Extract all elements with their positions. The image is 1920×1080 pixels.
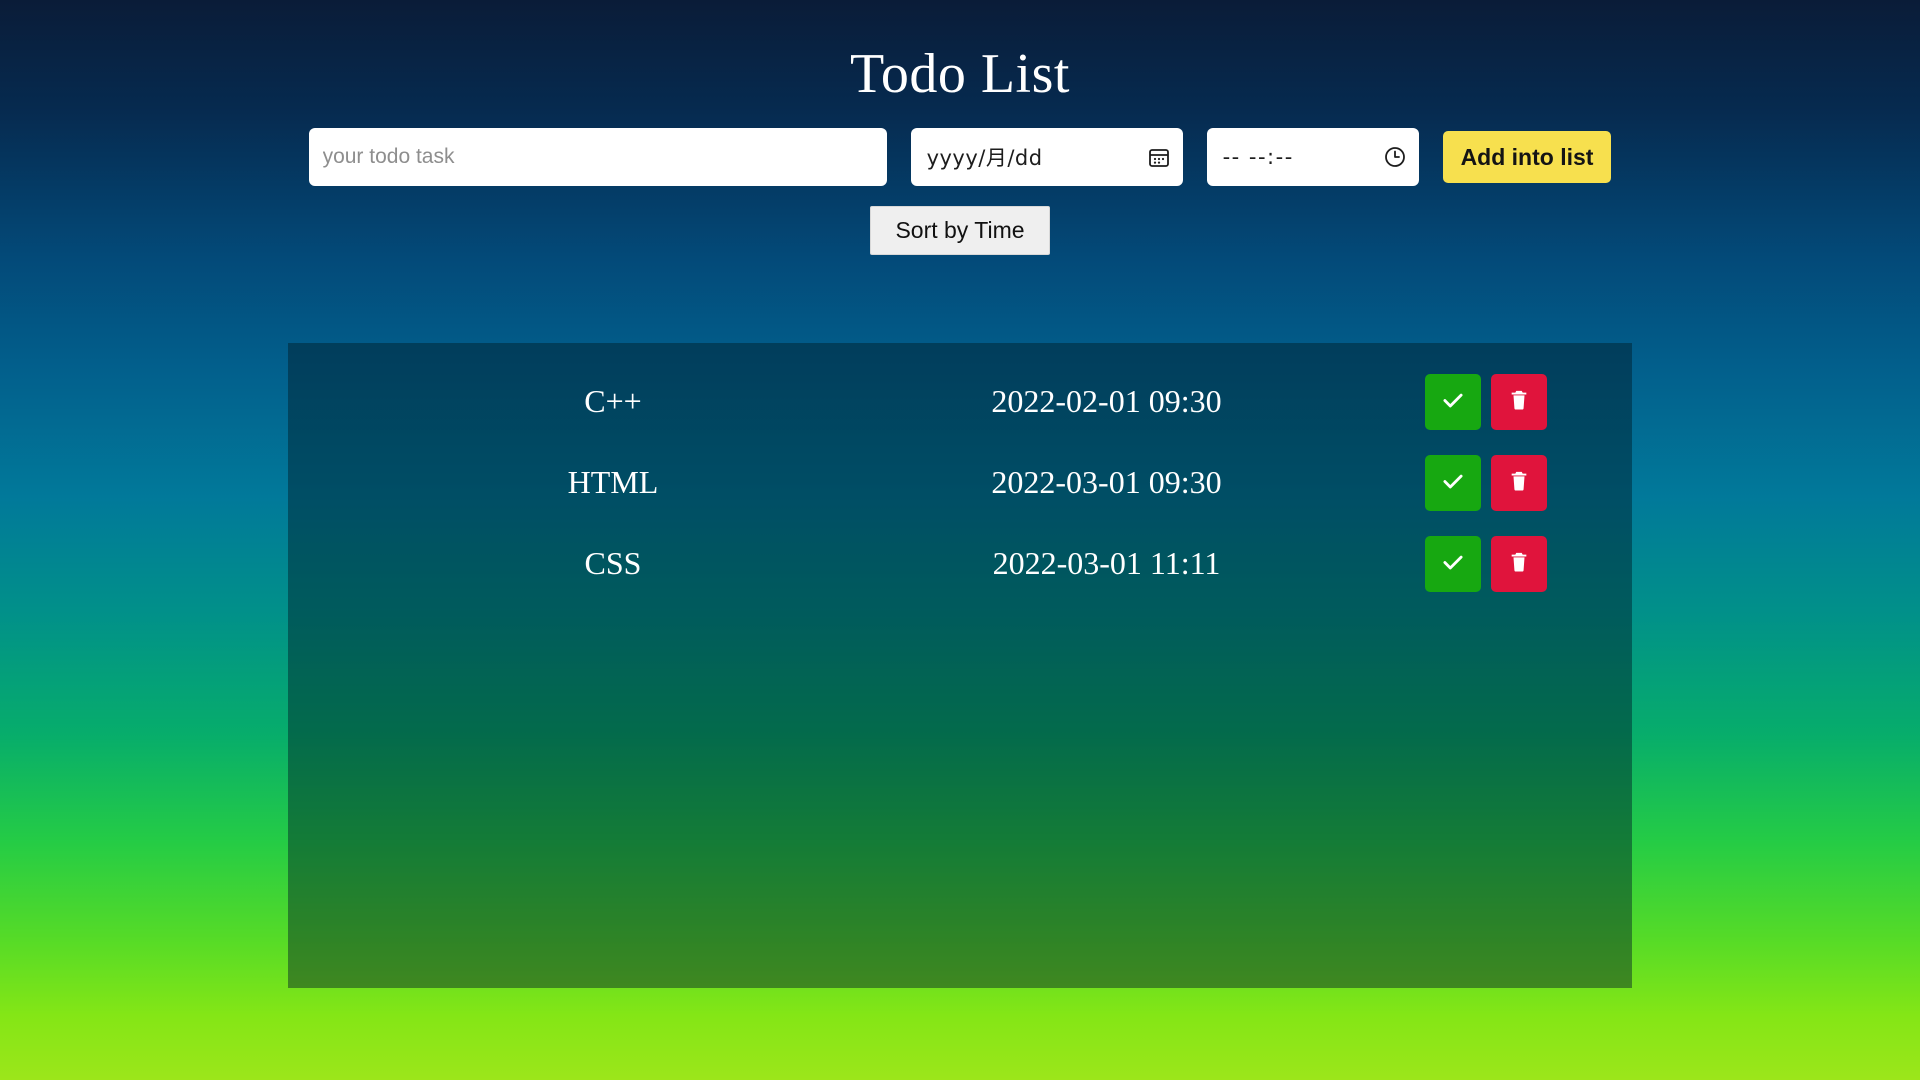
todo-row-actions xyxy=(1425,454,1547,511)
delete-button[interactable] xyxy=(1491,454,1547,511)
page-title: Todo List xyxy=(850,43,1070,105)
todo-row: HTML 2022-03-01 09:30 xyxy=(288,442,1632,523)
check-icon xyxy=(1440,468,1466,497)
trash-icon xyxy=(1508,470,1530,495)
todo-task-time: 2022-03-01 11:11 xyxy=(992,545,1221,581)
date-input[interactable]: yyyy/月/dd xyxy=(910,128,1183,187)
mark-done-button[interactable] xyxy=(1425,454,1481,511)
todo-row-actions xyxy=(1425,535,1547,592)
todo-rows: C++ 2022-02-01 09:30 HTML 2022-03-01 09:30 C… xyxy=(288,361,1632,604)
mark-done-button[interactable] xyxy=(1425,535,1481,592)
delete-button[interactable] xyxy=(1491,535,1547,592)
todo-task-name: C++ xyxy=(584,383,642,419)
todo-task-time: 2022-03-01 09:30 xyxy=(991,464,1222,500)
todo-task-name: CSS xyxy=(584,545,642,581)
todo-task-name: HTML xyxy=(567,464,659,500)
trash-icon xyxy=(1508,389,1530,414)
time-input[interactable]: -- --:-- xyxy=(1206,128,1419,187)
todo-row-actions xyxy=(1425,373,1547,430)
clock-icon[interactable] xyxy=(1383,145,1407,169)
delete-button[interactable] xyxy=(1491,373,1547,430)
todo-row: CSS 2022-03-01 11:11 xyxy=(288,523,1632,604)
sort-row: Sort by Time xyxy=(0,206,1920,256)
todo-row: C++ 2022-02-01 09:30 xyxy=(288,361,1632,442)
calendar-icon[interactable] xyxy=(1147,145,1171,169)
todo-list-card: C++ 2022-02-01 09:30 HTML 2022-03-01 09:30 C… xyxy=(288,343,1632,988)
todo-task-time: 2022-02-01 09:30 xyxy=(991,383,1222,419)
task-input[interactable] xyxy=(308,128,887,187)
check-icon xyxy=(1440,549,1466,578)
time-input-value: -- --:-- xyxy=(1222,145,1294,170)
sort-by-time-button[interactable]: Sort by Time xyxy=(870,206,1050,256)
todo-form: yyyy/月/dd -- --:-- Add into list xyxy=(0,128,1920,187)
mark-done-button[interactable] xyxy=(1425,373,1481,430)
date-input-value: yyyy/月/dd xyxy=(926,146,1043,171)
add-into-list-button[interactable]: Add into list xyxy=(1442,131,1612,184)
trash-icon xyxy=(1508,551,1530,576)
check-icon xyxy=(1440,387,1466,416)
